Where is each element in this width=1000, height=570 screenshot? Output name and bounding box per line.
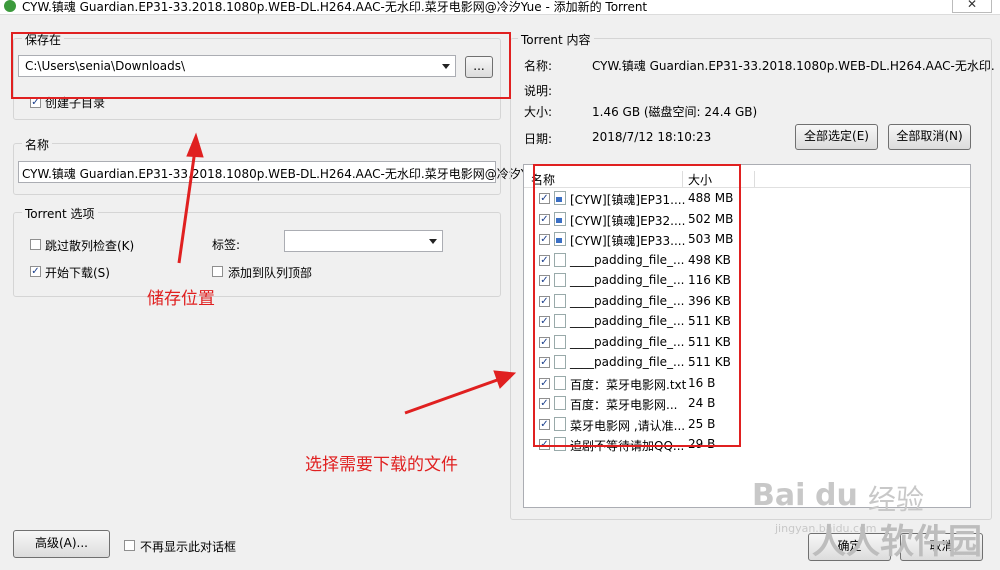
arrowhead-up-icon bbox=[186, 132, 204, 158]
watermark-text-3: 人人软件园 bbox=[812, 522, 982, 562]
arrowhead-right-icon bbox=[493, 370, 517, 389]
watermark-text-1: Bai bbox=[752, 478, 806, 513]
arrow-to-save-location bbox=[177, 149, 197, 264]
save-location-annotation: 储存位置 bbox=[147, 289, 215, 309]
watermark-text-1b: du bbox=[815, 478, 858, 513]
watermark-text-1c: 经验 bbox=[868, 483, 925, 516]
select-files-annotation: 选择需要下载的文件 bbox=[305, 455, 458, 475]
advanced-button[interactable]: 高级(A)... bbox=[13, 530, 110, 558]
no-show-dialog-checkbox[interactable] bbox=[124, 540, 135, 551]
no-show-dialog-label: 不再显示此对话框 bbox=[140, 540, 237, 554]
arrow-to-file-list bbox=[404, 377, 501, 415]
